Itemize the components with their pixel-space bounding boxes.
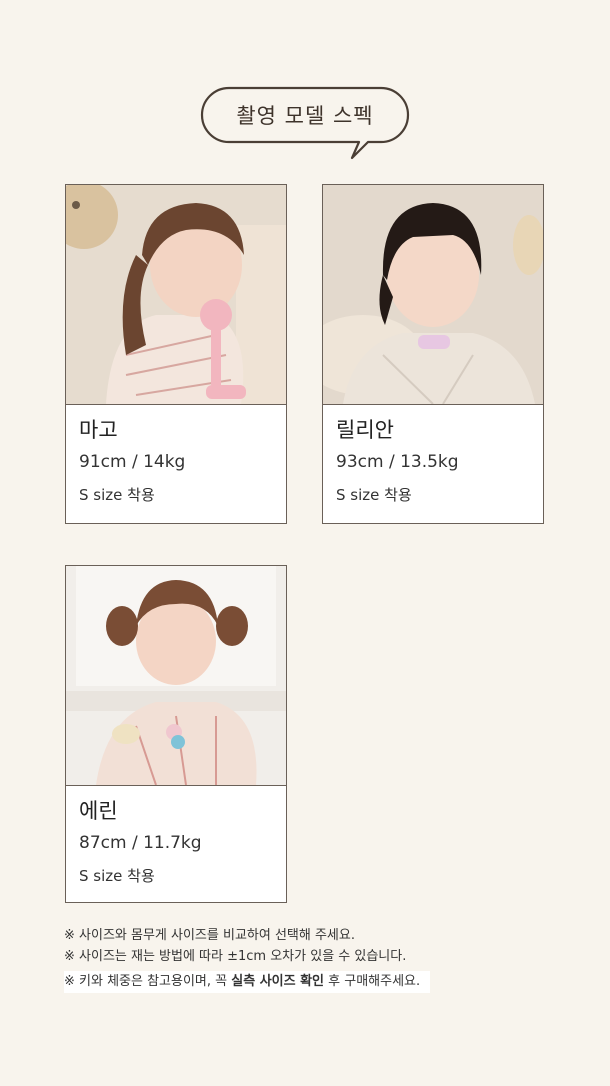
model-size: S size 착용: [336, 486, 412, 504]
title-bubble: 촬영 모델 스펙: [200, 86, 410, 160]
highlight-note: ※ 키와 체중은 참고용이며, 꼭 실측 사이즈 확인 후 구매해주세요.: [64, 971, 431, 993]
model-name: 마고: [79, 418, 118, 442]
highlight-note-suffix: 후 구매해주세요.: [324, 974, 421, 989]
note-line: ※ 사이즈는 재는 방법에 따라 ±1cm 오차가 있을 수 있습니다.: [64, 949, 407, 964]
model-photo: [66, 566, 286, 786]
model-photo: [323, 185, 543, 405]
model-card-erin: 에린 87cm / 11.7kg S size 착용: [65, 565, 287, 903]
page-title: 촬영 모델 스펙: [236, 104, 374, 128]
model-name: 릴리안: [336, 418, 394, 442]
highlight-note-prefix: ※ 키와 체중은 참고용이며, 꼭: [64, 974, 232, 989]
model-stats: 87cm / 11.7kg: [79, 833, 202, 853]
model-name: 에린: [79, 799, 118, 823]
model-stats: 91cm / 14kg: [79, 452, 186, 472]
model-card-margo: 마고 91cm / 14kg S size 착용: [65, 184, 287, 524]
notes-section: ※ 사이즈와 몸무게 사이즈를 비교하여 선택해 주세요. ※ 사이즈는 재는 …: [64, 925, 431, 993]
highlight-note-bold: 실측 사이즈 확인: [231, 974, 325, 989]
model-card-lillian: 릴리안 93cm / 13.5kg S size 착용: [322, 184, 544, 524]
model-stats: 93cm / 13.5kg: [336, 452, 459, 472]
note-line: ※ 사이즈와 몸무게 사이즈를 비교하여 선택해 주세요.: [64, 928, 355, 943]
model-size: S size 착용: [79, 867, 155, 885]
model-size: S size 착용: [79, 486, 155, 504]
model-photo: [66, 185, 286, 405]
